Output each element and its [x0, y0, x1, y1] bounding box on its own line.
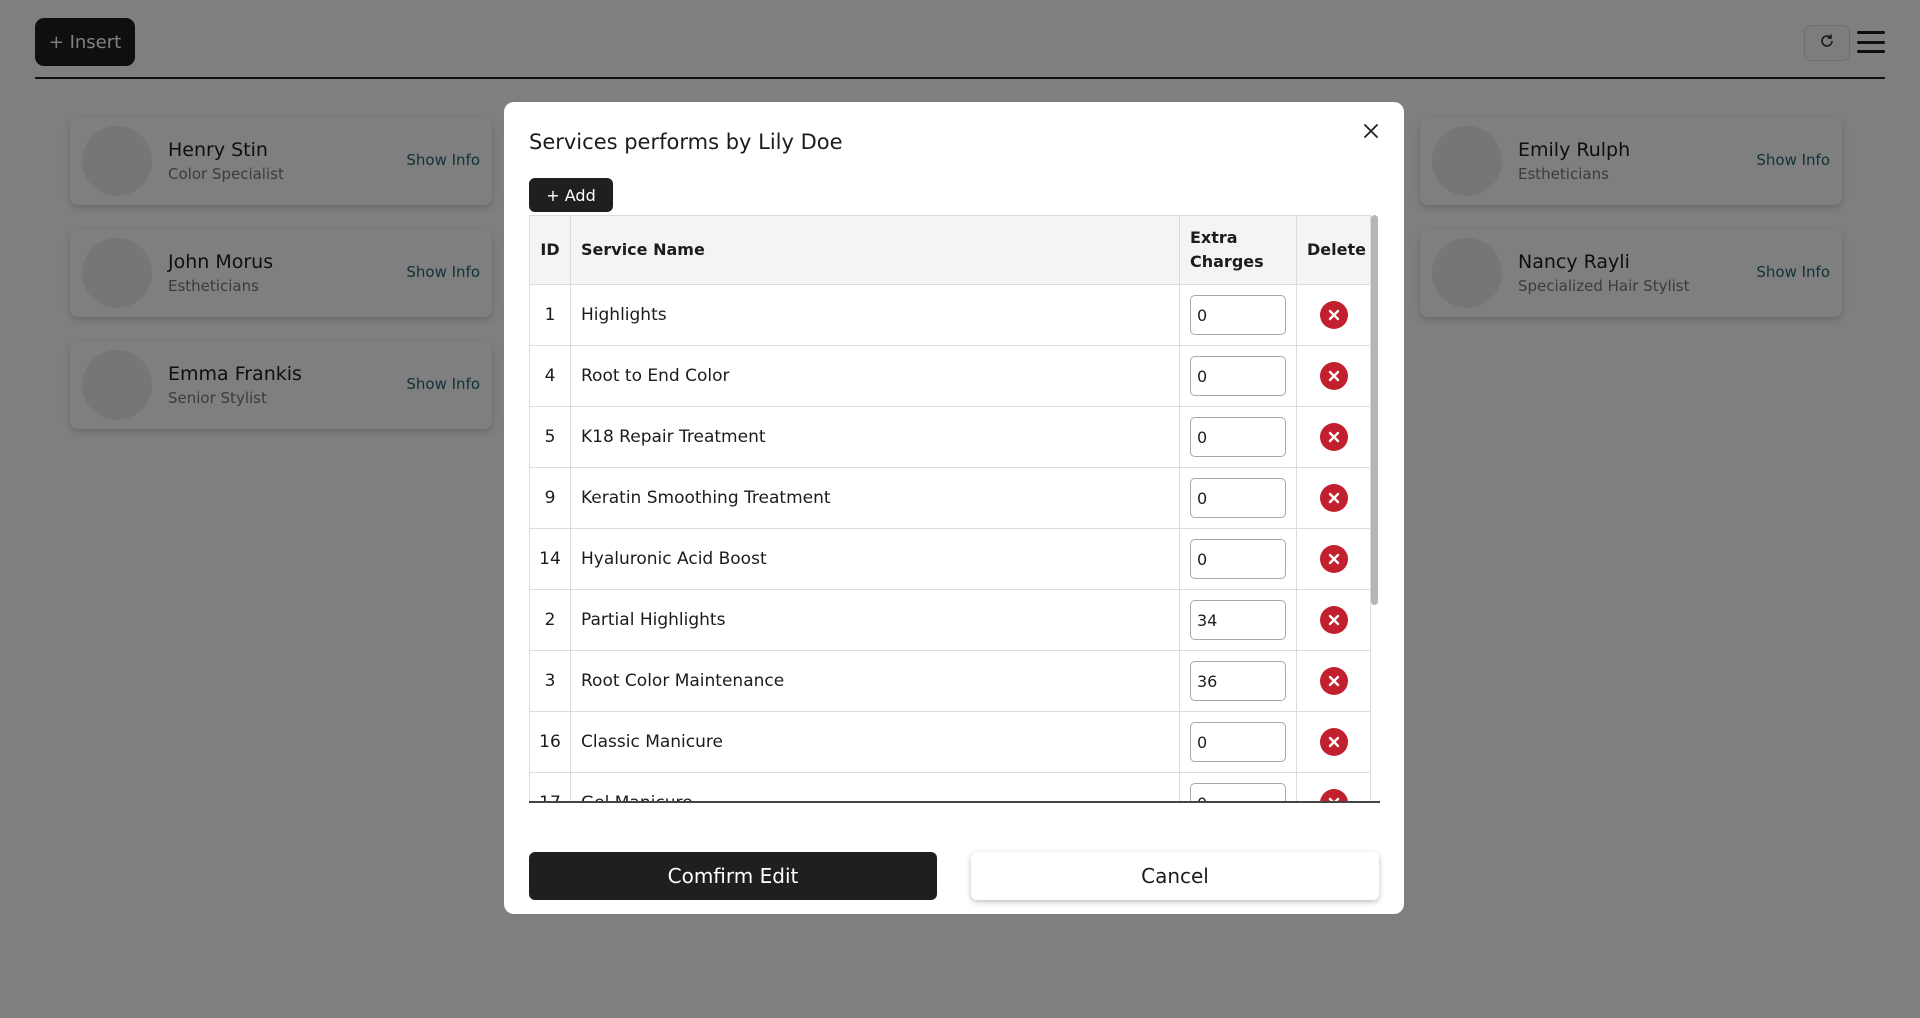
service-id: 4: [529, 345, 571, 407]
extra-charges-input[interactable]: [1190, 417, 1286, 457]
table-header-row: ID Service Name Extra Charges Delete: [529, 215, 1371, 285]
services-modal: Services performs by Lily Doe + Add ID S…: [504, 102, 1404, 914]
service-id: 14: [529, 528, 571, 590]
delete-cell: [1296, 467, 1371, 529]
table-row: 9 Keratin Smoothing Treatment: [529, 467, 1371, 529]
delete-cell: [1296, 406, 1371, 468]
extra-charges-cell: [1179, 772, 1297, 801]
delete-circle-x-icon[interactable]: [1319, 362, 1348, 390]
close-icon[interactable]: [1358, 118, 1384, 144]
extra-charges-cell: [1179, 711, 1297, 773]
extra-charges-input[interactable]: [1190, 722, 1286, 762]
cancel-button[interactable]: Cancel: [971, 852, 1379, 900]
delete-cell: [1296, 650, 1371, 712]
delete-cell: [1296, 772, 1371, 801]
service-name: Gel Manicure: [570, 772, 1180, 801]
delete-cell: [1296, 528, 1371, 590]
delete-circle-x-icon[interactable]: [1319, 789, 1348, 801]
column-header-service-name: Service Name: [570, 215, 1180, 285]
delete-cell: [1296, 345, 1371, 407]
table-row: 5 K18 Repair Treatment: [529, 406, 1371, 468]
table-row: 14 Hyaluronic Acid Boost: [529, 528, 1371, 590]
service-name: K18 Repair Treatment: [570, 406, 1180, 468]
service-id: 16: [529, 711, 571, 773]
column-header-id: ID: [529, 215, 571, 285]
extra-charges-cell: [1179, 284, 1297, 346]
service-id: 9: [529, 467, 571, 529]
service-name: Partial Highlights: [570, 589, 1180, 651]
table-scrollbar[interactable]: [1371, 215, 1378, 605]
service-id: 17: [529, 772, 571, 801]
extra-charges-input[interactable]: [1190, 600, 1286, 640]
service-name: Root Color Maintenance: [570, 650, 1180, 712]
delete-circle-x-icon[interactable]: [1319, 301, 1348, 329]
service-id: 2: [529, 589, 571, 651]
table-row: 4 Root to End Color: [529, 345, 1371, 407]
table-row: 17 Gel Manicure: [529, 772, 1371, 801]
extra-charges-cell: [1179, 406, 1297, 468]
extra-charges-input[interactable]: [1190, 783, 1286, 801]
extra-charges-input[interactable]: [1190, 478, 1286, 518]
delete-cell: [1296, 589, 1371, 651]
table-row: 2 Partial Highlights: [529, 589, 1371, 651]
extra-charges-cell: [1179, 650, 1297, 712]
service-name: Highlights: [570, 284, 1180, 346]
service-name: Keratin Smoothing Treatment: [570, 467, 1180, 529]
column-header-delete: Delete: [1296, 215, 1371, 285]
extra-charges-input[interactable]: [1190, 295, 1286, 335]
service-id: 1: [529, 284, 571, 346]
table-row: 3 Root Color Maintenance: [529, 650, 1371, 712]
extra-charges-input[interactable]: [1190, 356, 1286, 396]
delete-circle-x-icon[interactable]: [1319, 606, 1348, 634]
delete-cell: [1296, 284, 1371, 346]
delete-circle-x-icon[interactable]: [1319, 545, 1348, 573]
service-name: Root to End Color: [570, 345, 1180, 407]
services-table: ID Service Name Extra Charges Delete 1 Hi…: [529, 215, 1371, 801]
extra-charges-cell: [1179, 589, 1297, 651]
table-row: 16 Classic Manicure: [529, 711, 1371, 773]
extra-charges-input[interactable]: [1190, 661, 1286, 701]
delete-cell: [1296, 711, 1371, 773]
delete-circle-x-icon[interactable]: [1319, 423, 1348, 451]
service-name: Classic Manicure: [570, 711, 1180, 773]
extra-charges-input[interactable]: [1190, 539, 1286, 579]
extra-charges-cell: [1179, 528, 1297, 590]
modal-title: Services performs by Lily Doe: [529, 130, 843, 154]
delete-circle-x-icon[interactable]: [1319, 728, 1348, 756]
delete-circle-x-icon[interactable]: [1319, 667, 1348, 695]
extra-charges-cell: [1179, 345, 1297, 407]
add-service-button[interactable]: + Add: [529, 178, 613, 212]
confirm-edit-button[interactable]: Comfirm Edit: [529, 852, 937, 900]
service-id: 3: [529, 650, 571, 712]
table-row: 1 Highlights: [529, 284, 1371, 346]
service-id: 5: [529, 406, 571, 468]
service-name: Hyaluronic Acid Boost: [570, 528, 1180, 590]
services-table-container[interactable]: ID Service Name Extra Charges Delete 1 Hi…: [529, 215, 1380, 803]
extra-charges-cell: [1179, 467, 1297, 529]
column-header-extra-charges: Extra Charges: [1179, 215, 1297, 285]
delete-circle-x-icon[interactable]: [1319, 484, 1348, 512]
